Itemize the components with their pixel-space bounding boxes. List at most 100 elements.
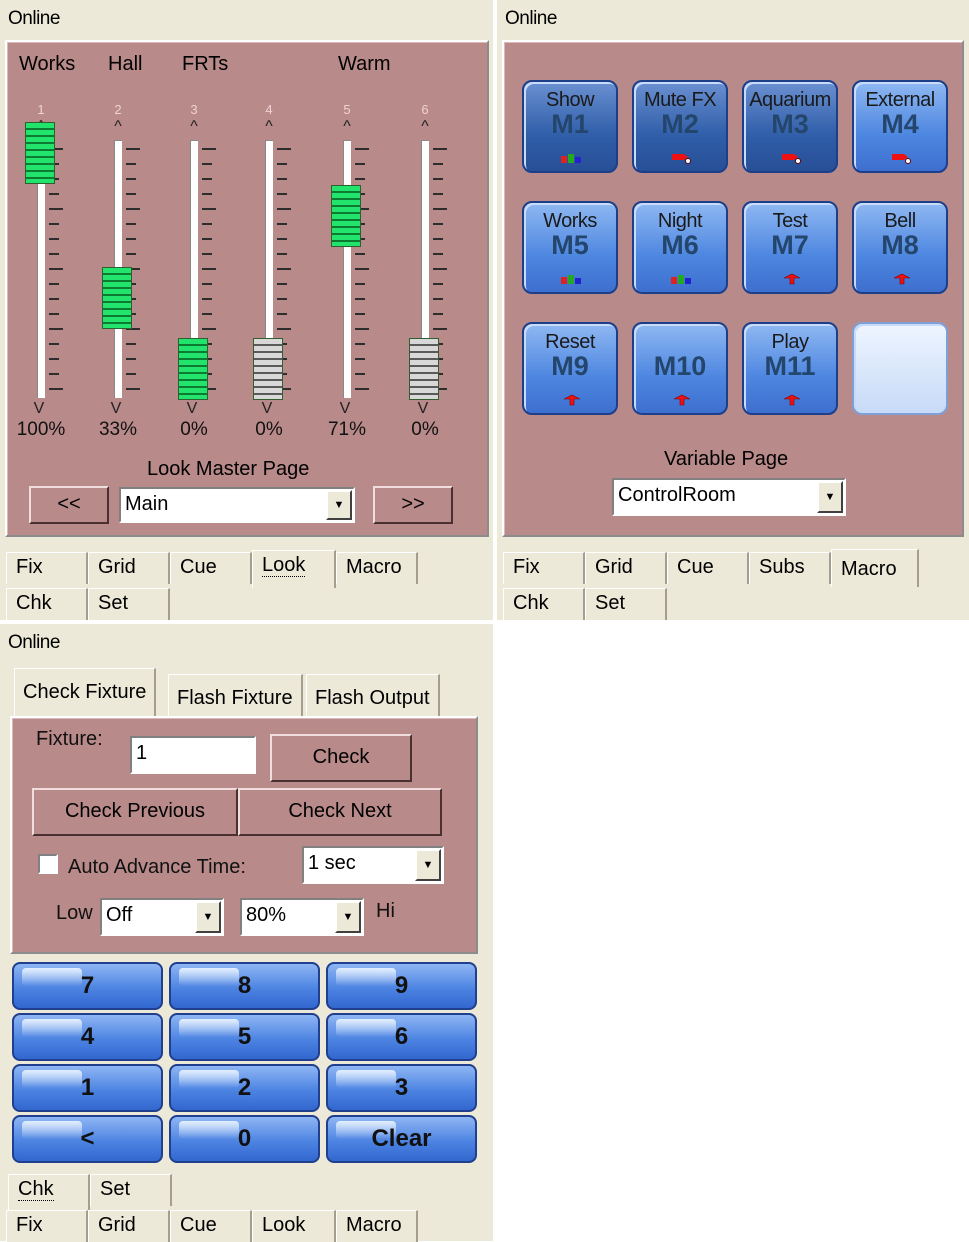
fader-handle[interactable] [25, 122, 55, 184]
tab-macro[interactable]: Macro [336, 1210, 418, 1242]
fader-tick [49, 193, 59, 195]
fader-level: 0% [255, 419, 283, 440]
tab-macro[interactable]: Macro [831, 549, 919, 587]
tab-set[interactable]: Set [88, 588, 170, 620]
fader-tick [433, 298, 443, 300]
keypad-key[interactable]: 4 [12, 1013, 163, 1061]
fader-handle[interactable] [178, 338, 208, 400]
chevron-down-icon[interactable]: V [413, 400, 433, 418]
variable-page-select[interactable]: ControlRoom ▼ [612, 478, 846, 516]
macro-button-m10[interactable]: M10 [632, 322, 728, 415]
auto-advance-checkbox[interactable] [38, 854, 58, 874]
chevron-down-icon[interactable]: ▼ [415, 849, 441, 881]
fader-tick [49, 223, 59, 225]
keypad-key[interactable]: Clear [326, 1115, 477, 1163]
keypad-key[interactable]: 2 [169, 1064, 320, 1112]
tab-cue[interactable]: Cue [667, 552, 749, 584]
chevron-up-icon[interactable]: ^ [259, 118, 279, 136]
keypad-key[interactable]: < [12, 1115, 163, 1163]
keypad-key-label: 2 [237, 1074, 252, 1101]
chevron-up-icon[interactable]: ^ [184, 118, 204, 136]
chevron-up-icon[interactable]: ^ [108, 118, 128, 136]
chevron-down-icon[interactable]: ▼ [335, 901, 361, 933]
tab-grid[interactable]: Grid [585, 552, 667, 584]
keypad-key[interactable]: 1 [12, 1064, 163, 1112]
keypad-key[interactable]: 0 [169, 1115, 320, 1163]
macro-button-m9[interactable]: Reset M9 [522, 322, 618, 415]
tab-fix[interactable]: Fix [6, 1210, 88, 1242]
fader-tick [126, 373, 136, 375]
tab-grid[interactable]: Grid [88, 552, 170, 584]
macro-button-m6[interactable]: Night M6 [632, 201, 728, 294]
chevron-down-icon[interactable]: V [257, 400, 277, 418]
prev-page-button[interactable]: << [29, 486, 109, 524]
fader-handle[interactable] [253, 338, 283, 400]
tab-chk[interactable]: Chk [503, 588, 585, 620]
tab-fix[interactable]: Fix [503, 552, 585, 584]
hi-label: Hi [376, 900, 395, 922]
fader-track[interactable] [343, 140, 351, 398]
look-page-select[interactable]: Main ▼ [119, 487, 355, 523]
keypad-key[interactable]: 6 [326, 1013, 477, 1061]
fixture-input[interactable]: 1 [130, 736, 256, 774]
tab-chk[interactable]: Chk [8, 1174, 90, 1210]
macro-button-m7[interactable]: Test M7 [742, 201, 838, 294]
tab-grid[interactable]: Grid [88, 1210, 170, 1242]
hi-select[interactable]: 80% ▼ [240, 898, 364, 936]
keypad-key[interactable]: 9 [326, 962, 477, 1010]
fader-tick [49, 373, 59, 375]
chevron-down-icon[interactable]: ▼ [326, 490, 352, 520]
macro-button-empty[interactable] [852, 322, 948, 415]
tab-cue[interactable]: Cue [170, 1210, 252, 1242]
macro-button-m4[interactable]: External M4 [852, 80, 948, 173]
subtab-flash-output[interactable]: Flash Output [306, 674, 440, 718]
fader-number: 1 [37, 102, 45, 117]
keypad-key[interactable]: 3 [326, 1064, 477, 1112]
tab-subs[interactable]: Subs [749, 552, 831, 584]
macro-button-m3[interactable]: Aquarium M3 [742, 80, 838, 173]
chevron-up-icon[interactable]: ^ [415, 118, 435, 136]
check-previous-button[interactable]: Check Previous [32, 788, 238, 836]
subtab-flash-fixture[interactable]: Flash Fixture [168, 674, 303, 718]
keypad-key[interactable]: 5 [169, 1013, 320, 1061]
tab-macro[interactable]: Macro [336, 552, 418, 584]
check-next-button[interactable]: Check Next [238, 788, 442, 836]
fader-handle[interactable] [102, 266, 132, 329]
low-select[interactable]: Off ▼ [100, 898, 224, 936]
tab-cue[interactable]: Cue [170, 552, 252, 584]
tab-chk[interactable]: Chk [6, 588, 88, 620]
chevron-down-icon[interactable]: V [182, 400, 202, 418]
tab-fix[interactable]: Fix [6, 552, 88, 584]
macro-button-m11[interactable]: Play M11 [742, 322, 838, 415]
tab-set[interactable]: Set [90, 1174, 172, 1206]
macro-button-m5[interactable]: Works M5 [522, 201, 618, 294]
tab-look[interactable]: Look [252, 1210, 336, 1242]
keypad-key[interactable]: 8 [169, 962, 320, 1010]
keypad-key[interactable]: 7 [12, 962, 163, 1010]
macro-name: Aquarium [749, 89, 831, 111]
fader-tick [277, 313, 287, 315]
fader-tick [49, 268, 63, 270]
macro-button-m8[interactable]: Bell M8 [852, 201, 948, 294]
chevron-down-icon[interactable]: V [29, 400, 49, 418]
macro-button-m2[interactable]: Mute FX M2 [632, 80, 728, 173]
next-page-button[interactable]: >> [373, 486, 453, 524]
tab-look[interactable]: Look [252, 550, 336, 588]
fader-tick [277, 193, 287, 195]
chevron-down-icon[interactable]: ▼ [817, 481, 843, 513]
chevron-down-icon[interactable]: V [106, 400, 126, 418]
chevron-down-icon[interactable]: ▼ [195, 901, 221, 933]
macro-button-m1[interactable]: Show M1 [522, 80, 618, 173]
fader-handle[interactable] [409, 338, 439, 400]
fader-handle[interactable] [331, 184, 361, 247]
keypad-key-label: 0 [237, 1125, 252, 1152]
check-button[interactable]: Check [270, 734, 412, 782]
chevron-up-icon[interactable]: ^ [337, 118, 357, 136]
subtab-check-fixture[interactable]: Check Fixture [14, 668, 157, 716]
fader-tick [433, 253, 443, 255]
tab-set[interactable]: Set [585, 588, 667, 620]
chevron-down-icon[interactable]: V [335, 400, 355, 418]
auto-advance-select[interactable]: 1 sec ▼ [302, 846, 444, 884]
red-arrow-icon [780, 272, 804, 285]
fader-tick [202, 283, 212, 285]
